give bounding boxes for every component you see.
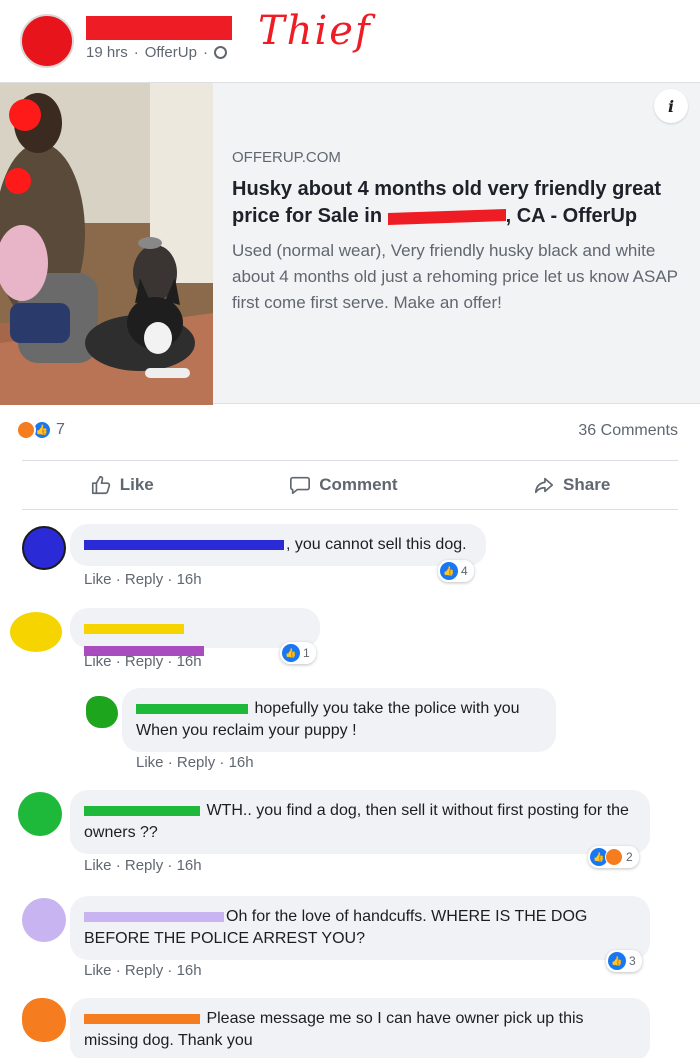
- comment-reply-link[interactable]: Reply: [125, 571, 163, 588]
- comment-reply-link[interactable]: Reply: [125, 962, 163, 979]
- globe-icon: [213, 46, 227, 59]
- reaction-count: 7: [56, 421, 65, 438]
- comment-reply-link[interactable]: Reply: [177, 754, 215, 771]
- comment-reactions[interactable]: 👍 4: [438, 560, 474, 582]
- handwritten-annotation: Thief: [258, 8, 372, 54]
- comment-reactions[interactable]: 👍 3: [606, 950, 642, 972]
- like-reaction-icon: 👍: [440, 562, 458, 580]
- comment-time[interactable]: 16h: [177, 962, 202, 979]
- thumbs-up-icon: [91, 475, 110, 495]
- like-reaction-icon: 👍: [282, 644, 300, 662]
- comment-actions: Like · Reply · 16h: [84, 962, 202, 979]
- name-redaction: [84, 539, 284, 550]
- comment-actions: Like · Reply · 16h: [136, 754, 254, 771]
- post-actions: Like Comment Share: [22, 460, 678, 510]
- comment-bubble: Please message me so I can have owner pi…: [70, 998, 650, 1058]
- comment-like-link[interactable]: Like: [84, 653, 112, 670]
- comment-bubble: [70, 608, 320, 656]
- comment-button[interactable]: Comment: [289, 474, 398, 496]
- comment-bubble: Oh for the love of handcuffs. WHERE IS T…: [70, 896, 650, 960]
- post-time[interactable]: 19 hrs: [86, 44, 128, 61]
- comment: WTH.. you find a dog, then sell it witho…: [0, 788, 700, 884]
- comment-bubble: , you cannot sell this dog.: [70, 524, 486, 566]
- comment: , you cannot sell this dog. 👍 4 Like · Re…: [0, 520, 700, 600]
- comment-reply-link[interactable]: Reply: [125, 857, 163, 874]
- name-redaction: [84, 623, 184, 634]
- commenter-avatar[interactable]: [86, 696, 118, 728]
- comment-like-link[interactable]: Like: [84, 571, 112, 588]
- comment-reactions[interactable]: 👍 1: [280, 642, 316, 664]
- post-meta: 19 hrs · OfferUp ·: [86, 44, 227, 61]
- reactions-summary: 👍 7 36 Comments: [12, 414, 688, 450]
- commenter-avatar[interactable]: [22, 998, 66, 1042]
- link-preview-card[interactable]: i OFFERUP.COM Husky about 4 months old v…: [0, 82, 700, 405]
- comment-like-link[interactable]: Like: [84, 962, 112, 979]
- comment-reactions[interactable]: 👍 2: [588, 846, 639, 868]
- comment-like-link[interactable]: Like: [136, 754, 164, 771]
- info-icon[interactable]: i: [654, 89, 688, 123]
- link-title[interactable]: Husky about 4 months old very friendly g…: [232, 176, 684, 230]
- comment-actions: Like · Reply · 16h: [84, 857, 202, 874]
- comment-reply-link[interactable]: Reply: [125, 653, 163, 670]
- commenter-avatar[interactable]: [22, 898, 66, 942]
- commenter-avatar[interactable]: [18, 792, 62, 836]
- link-description: Used (normal wear), Very friendly husky …: [232, 241, 678, 312]
- angry-reaction-icon: [605, 848, 623, 866]
- name-redaction: [84, 911, 224, 922]
- comment-actions: Like · Reply · 16h: [84, 653, 202, 670]
- post-source: OfferUp: [144, 44, 197, 61]
- comment-time[interactable]: 16h: [177, 857, 202, 874]
- commenter-avatar[interactable]: [10, 612, 62, 652]
- comment-time[interactable]: 16h: [177, 653, 202, 670]
- like-button[interactable]: Like: [90, 474, 154, 496]
- comment-bubble: WTH.. you find a dog, then sell it witho…: [70, 790, 650, 854]
- comment-icon: [290, 476, 311, 495]
- like-reaction-icon: 👍: [608, 952, 626, 970]
- link-domain: OFFERUP.COM: [232, 149, 341, 166]
- comment-bubble: hopefully you take the police with you W…: [122, 688, 556, 752]
- share-icon: [534, 477, 554, 494]
- comment-actions: Like · Reply · 16h: [84, 571, 202, 588]
- comment: Please message me so I can have owner pi…: [0, 994, 700, 1058]
- share-button[interactable]: Share: [533, 474, 610, 496]
- poster-name-redaction: [86, 16, 232, 40]
- name-redaction: [136, 703, 248, 714]
- comment: Oh for the love of handcuffs. WHERE IS T…: [0, 892, 700, 988]
- comment-reply: hopefully you take the police with you W…: [0, 686, 700, 782]
- listing-photo[interactable]: [0, 83, 213, 405]
- location-redaction: [387, 208, 506, 225]
- link-text-block: OFFERUP.COM Husky about 4 months old ver…: [232, 149, 684, 316]
- comment-count[interactable]: 36 Comments: [578, 422, 678, 440]
- reaction-icons[interactable]: 👍 7: [16, 420, 65, 440]
- comment-time[interactable]: 16h: [177, 571, 202, 588]
- poster-avatar[interactable]: [20, 14, 74, 68]
- name-redaction: [84, 805, 200, 816]
- commenter-avatar[interactable]: [22, 526, 66, 570]
- comment-time[interactable]: 16h: [229, 754, 254, 771]
- name-redaction: [84, 1013, 200, 1024]
- comment-like-link[interactable]: Like: [84, 857, 112, 874]
- comment: 👍 1 Like · Reply · 16h: [0, 604, 700, 684]
- angry-reaction-icon: [16, 420, 36, 440]
- post-header: 19 hrs · OfferUp · Thief: [0, 0, 700, 80]
